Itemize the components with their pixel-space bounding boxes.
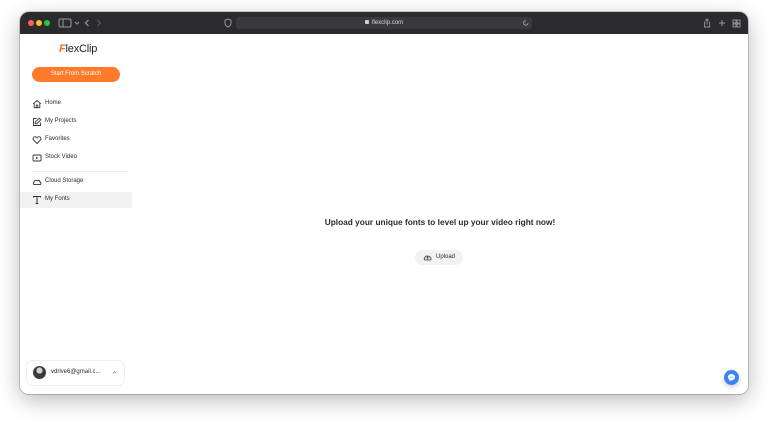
flexclip-logo[interactable]: FlexClip (59, 43, 97, 55)
start-from-scratch-button[interactable]: Start From Scratch (32, 67, 120, 82)
address-bar[interactable]: flexclip.com (236, 17, 532, 29)
page-content: FlexClip Start From Scratch Home My Proj… (20, 34, 748, 394)
main-panel: Upload your unique fonts to level up you… (132, 34, 748, 394)
sidebar-item-stock-video[interactable]: Stock Video (20, 150, 132, 166)
chat-bubble-icon (728, 374, 735, 382)
sidebar-item-label: Stock Video (45, 154, 77, 160)
sidebar-item-cloud-storage[interactable]: Cloud Storage (20, 174, 132, 190)
avatar (33, 366, 46, 379)
sidebar-item-home[interactable]: Home (20, 96, 132, 112)
share-icon[interactable] (703, 17, 711, 29)
logo-text: lexClip (65, 43, 98, 55)
cloud-icon (32, 179, 42, 186)
upload-button[interactable]: Upload (415, 250, 463, 265)
back-arrow-icon[interactable] (84, 17, 90, 29)
sidebar: FlexClip Start From Scratch Home My Proj… (20, 34, 132, 394)
sidebar-item-label: My Projects (45, 118, 77, 124)
address-text: flexclip.com (371, 20, 404, 26)
browser-window: flexclip.com FlexClip Start From Scratch (20, 12, 748, 394)
empty-state-headline: Upload your unique fonts to level up you… (324, 217, 556, 227)
sidebar-toggle-icon[interactable] (58, 17, 72, 29)
privacy-shield-icon[interactable] (224, 17, 232, 29)
reload-icon[interactable] (522, 17, 530, 29)
chat-support-button[interactable] (724, 370, 739, 385)
sidebar-item-my-fonts[interactable]: My Fonts (20, 192, 132, 208)
sidebar-item-label: Cloud Storage (45, 178, 84, 184)
sidebar-item-my-projects[interactable]: My Projects (20, 114, 132, 130)
new-tab-icon[interactable] (718, 17, 726, 29)
forward-arrow-icon[interactable] (96, 17, 102, 29)
sidebar-item-favorites[interactable]: Favorites (20, 132, 132, 148)
user-email: vdrive6@gmail.c... (51, 369, 101, 375)
text-icon (33, 196, 41, 204)
tab-overview-icon[interactable] (732, 17, 741, 29)
user-account-menu[interactable]: vdrive6@gmail.c... (27, 361, 124, 385)
chevron-down-icon[interactable] (74, 17, 80, 29)
close-window-button[interactable] (28, 20, 34, 26)
browser-toolbar: flexclip.com (20, 12, 748, 34)
zoom-window-button[interactable] (44, 20, 50, 26)
sidebar-item-label: Favorites (45, 136, 70, 142)
edit-icon (33, 117, 42, 126)
home-icon (32, 99, 42, 109)
cloud-upload-icon (423, 255, 432, 261)
upload-label: Upload (436, 254, 456, 260)
heart-icon (32, 136, 42, 145)
sidebar-item-label: Home (45, 100, 62, 106)
video-icon (32, 154, 42, 162)
lock-icon (364, 20, 369, 25)
sidebar-item-label: My Fonts (45, 196, 70, 202)
sidebar-divider (32, 171, 128, 172)
chevron-up-icon (112, 371, 117, 374)
minimize-window-button[interactable] (36, 20, 42, 26)
